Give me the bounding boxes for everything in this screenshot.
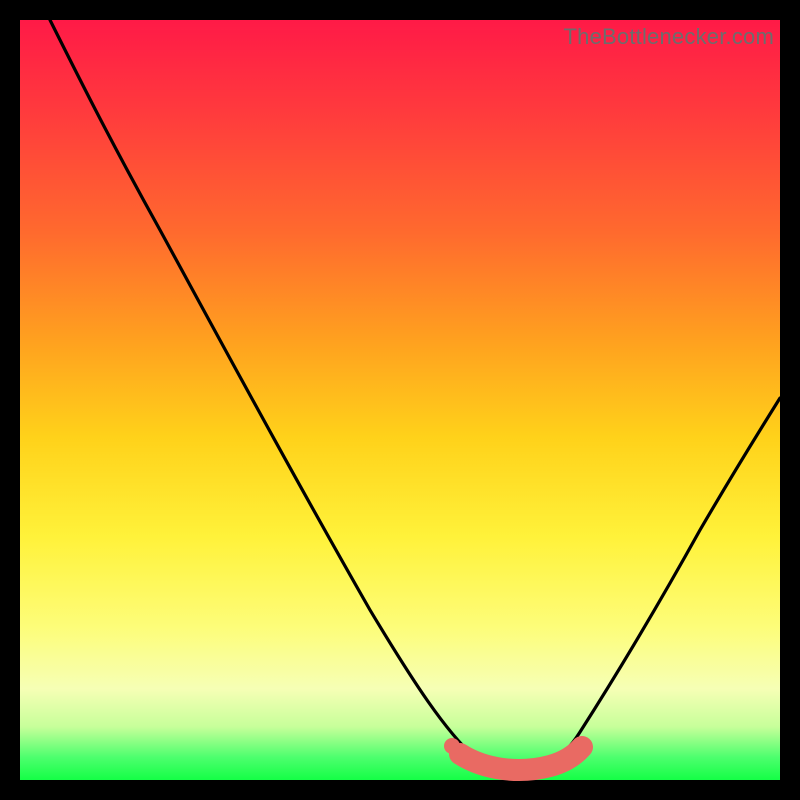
optimal-zone [460,747,582,770]
optimal-zone-dot [444,738,460,754]
chart-svg [20,20,780,780]
bottleneck-curve [50,20,780,773]
chart-frame: TheBottlenecker.com [20,20,780,780]
